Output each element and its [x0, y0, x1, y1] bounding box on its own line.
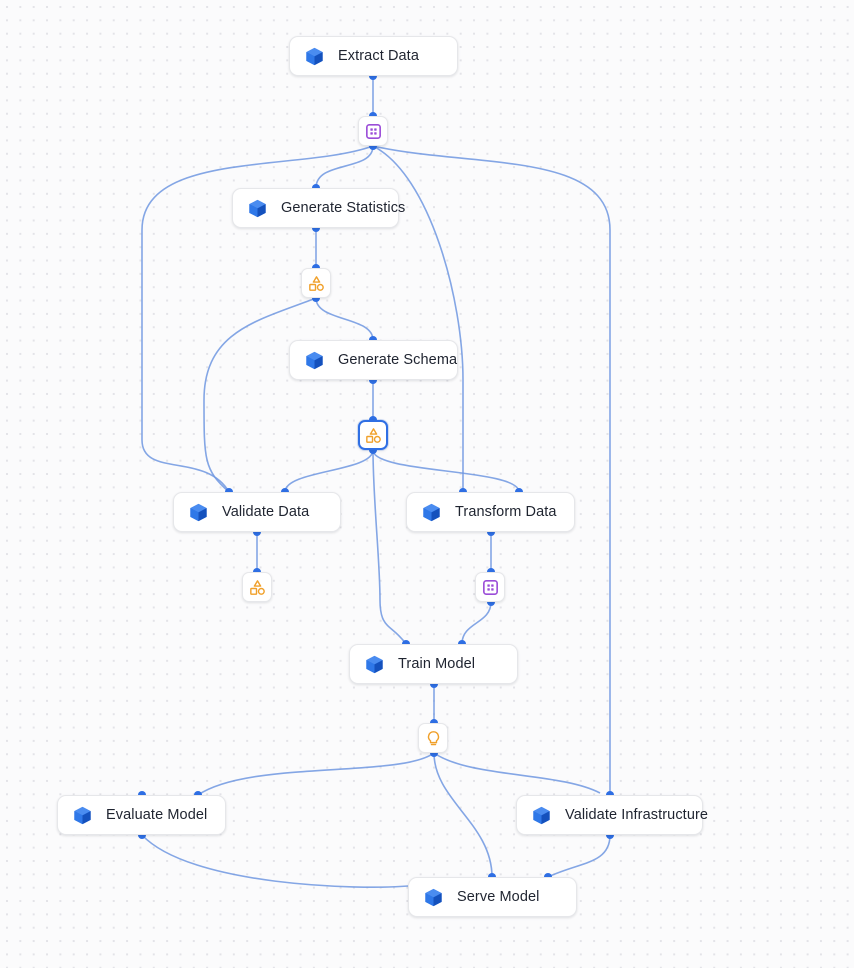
utility-node-schema-2[interactable]	[358, 420, 388, 450]
edge-model1-to-validateinfra[interactable]	[433, 752, 601, 794]
task-node-generate-schema[interactable]: Generate Schema	[289, 340, 458, 380]
cube-icon	[190, 503, 207, 521]
cube-icon	[366, 655, 383, 673]
edge-schema2-to-trainmodel[interactable]	[372, 449, 407, 645]
cube-icon	[306, 351, 323, 369]
cube-icon	[533, 806, 550, 824]
cube-icon	[306, 47, 323, 65]
task-node-label: Extract Data	[338, 48, 419, 64]
task-node-label: Validate Infrastructure	[565, 807, 709, 823]
shapes-schema-icon	[308, 275, 324, 291]
utility-node-model-1[interactable]	[418, 723, 448, 753]
task-node-label: Generate Schema	[338, 352, 458, 368]
utility-node-dataset-2[interactable]	[475, 572, 505, 602]
task-node-label: Generate Statistics	[281, 200, 406, 216]
utility-node-schema-1[interactable]	[301, 268, 331, 298]
cube-icon	[74, 806, 91, 824]
pipeline-canvas[interactable]: Extract Data Generate Statistics Generate …	[0, 0, 854, 968]
task-node-label: Train Model	[398, 656, 476, 672]
dataset-grid-icon	[365, 123, 381, 139]
task-node-generate-statistics[interactable]: Generate Statistics	[232, 188, 405, 228]
edge-schema1-to-validatedata[interactable]	[203, 297, 317, 493]
task-node-label: Transform Data	[455, 504, 557, 520]
edge-schema1-to-genschema[interactable]	[315, 297, 374, 341]
lightbulb-icon	[427, 730, 439, 745]
edge-dataset1-to-genstats[interactable]	[315, 145, 374, 189]
edge-evaluatemodel-to-servemodel[interactable]	[141, 834, 409, 888]
utility-node-schema-3[interactable]	[242, 572, 272, 602]
edge-model1-to-servemodel[interactable]	[433, 752, 493, 878]
dataset-grid-icon	[482, 579, 498, 595]
shapes-schema-icon	[249, 579, 265, 595]
cube-icon	[425, 888, 442, 906]
edge-dataset1-to-validateinfra[interactable]	[372, 145, 611, 795]
utility-node-dataset-1[interactable]	[358, 116, 388, 146]
task-node-label: Serve Model	[457, 889, 540, 905]
edge-model1-to-evaluatemodel[interactable]	[197, 752, 435, 796]
task-node-serve-model[interactable]: Serve Model	[408, 877, 577, 917]
task-node-validate-data[interactable]: Validate Data	[173, 492, 341, 532]
cube-icon	[249, 199, 266, 217]
task-node-train-model[interactable]: Train Model	[349, 644, 518, 684]
task-node-extract-data[interactable]: Extract Data	[289, 36, 458, 76]
edge-schema2-to-transformdata[interactable]	[372, 449, 520, 493]
task-node-validate-infrastructure[interactable]: Validate Infrastructure	[516, 795, 708, 835]
task-node-label: Evaluate Model	[106, 807, 208, 823]
edge-validateinfra-to-servemodel[interactable]	[547, 834, 611, 878]
cube-icon	[423, 503, 440, 521]
edge-schema2-to-validatedata[interactable]	[284, 449, 374, 493]
shapes-schema-icon	[365, 427, 381, 443]
task-node-evaluate-model[interactable]: Evaluate Model	[57, 795, 226, 835]
edge-dataset2-to-trainmodel[interactable]	[461, 601, 492, 645]
task-node-transform-data[interactable]: Transform Data	[406, 492, 575, 532]
task-node-label: Validate Data	[222, 504, 310, 520]
